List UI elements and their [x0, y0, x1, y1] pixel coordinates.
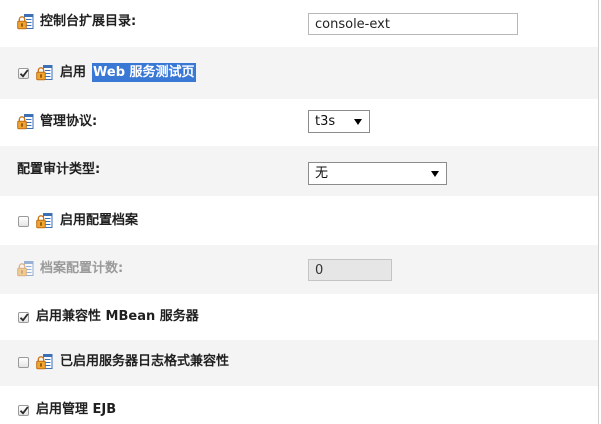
log-format-compat-checkbox[interactable]: [18, 357, 29, 368]
restart-required-icon: [17, 261, 34, 277]
dropdown-arrow-icon: [354, 119, 362, 125]
admin-protocol-selected-value: t3s: [315, 114, 336, 129]
checkmark-icon: [19, 68, 29, 79]
restart-required-icon: [17, 14, 34, 30]
archive-config-count-label: 档案配置计数:: [40, 261, 124, 276]
archive-config-count-input: [308, 259, 392, 281]
checkmark-icon: [19, 405, 29, 416]
compat-mbean-server-label: 启用兼容性 MBean 服务器: [36, 309, 199, 324]
setting-row-config-archive: 启用配置档案: [0, 196, 598, 245]
admin-protocol-label: 管理协议:: [40, 114, 98, 129]
web-service-test-page-label: 启用 Web 服务测试页: [60, 63, 196, 82]
compat-mbean-server-checkbox[interactable]: [18, 312, 29, 323]
restart-required-icon: [36, 213, 53, 229]
settings-panel: 控制台扩展目录: 启用 Web 服务测试页 管理协议: t3s 配置审计类型: 无…: [0, 0, 601, 424]
console-ext-dir-label: 控制台扩展目录:: [40, 14, 137, 29]
restart-required-icon: [36, 65, 53, 81]
selected-text-highlight: Web 服务测试页: [92, 63, 196, 82]
management-ejb-label: 启用管理 EJB: [36, 402, 117, 417]
panel-right-border: [598, 0, 599, 424]
web-service-test-page-checkbox[interactable]: [18, 68, 29, 79]
setting-row-admin-protocol: 管理协议: t3s: [0, 99, 598, 146]
dropdown-arrow-icon: [431, 171, 439, 177]
log-format-compat-label: 已启用服务器日志格式兼容性: [60, 354, 230, 369]
web-service-test-page-label-prefix: 启用: [60, 65, 87, 80]
restart-required-icon: [17, 114, 34, 130]
setting-row-web-service-test-page: 启用 Web 服务测试页: [0, 47, 598, 99]
setting-row-management-ejb: 启用管理 EJB: [0, 386, 598, 424]
setting-row-config-audit-type: 配置审计类型: 无: [0, 146, 598, 196]
restart-required-icon: [36, 354, 53, 370]
config-audit-type-select[interactable]: 无: [308, 162, 447, 185]
config-archive-label: 启用配置档案: [60, 213, 139, 228]
config-audit-type-selected-value: 无: [315, 166, 329, 181]
management-ejb-checkbox[interactable]: [18, 405, 29, 416]
setting-row-log-format-compat: 已启用服务器日志格式兼容性: [0, 340, 598, 386]
checkmark-icon: [19, 312, 29, 323]
admin-protocol-select[interactable]: t3s: [308, 110, 370, 133]
setting-row-archive-config-count: 档案配置计数:: [0, 245, 598, 294]
console-ext-dir-input[interactable]: [308, 13, 518, 35]
setting-row-console-ext-dir: 控制台扩展目录:: [0, 0, 598, 47]
config-archive-checkbox[interactable]: [18, 216, 29, 227]
setting-row-compat-mbean-server: 启用兼容性 MBean 服务器: [0, 294, 598, 340]
config-audit-type-label: 配置审计类型:: [17, 162, 101, 177]
